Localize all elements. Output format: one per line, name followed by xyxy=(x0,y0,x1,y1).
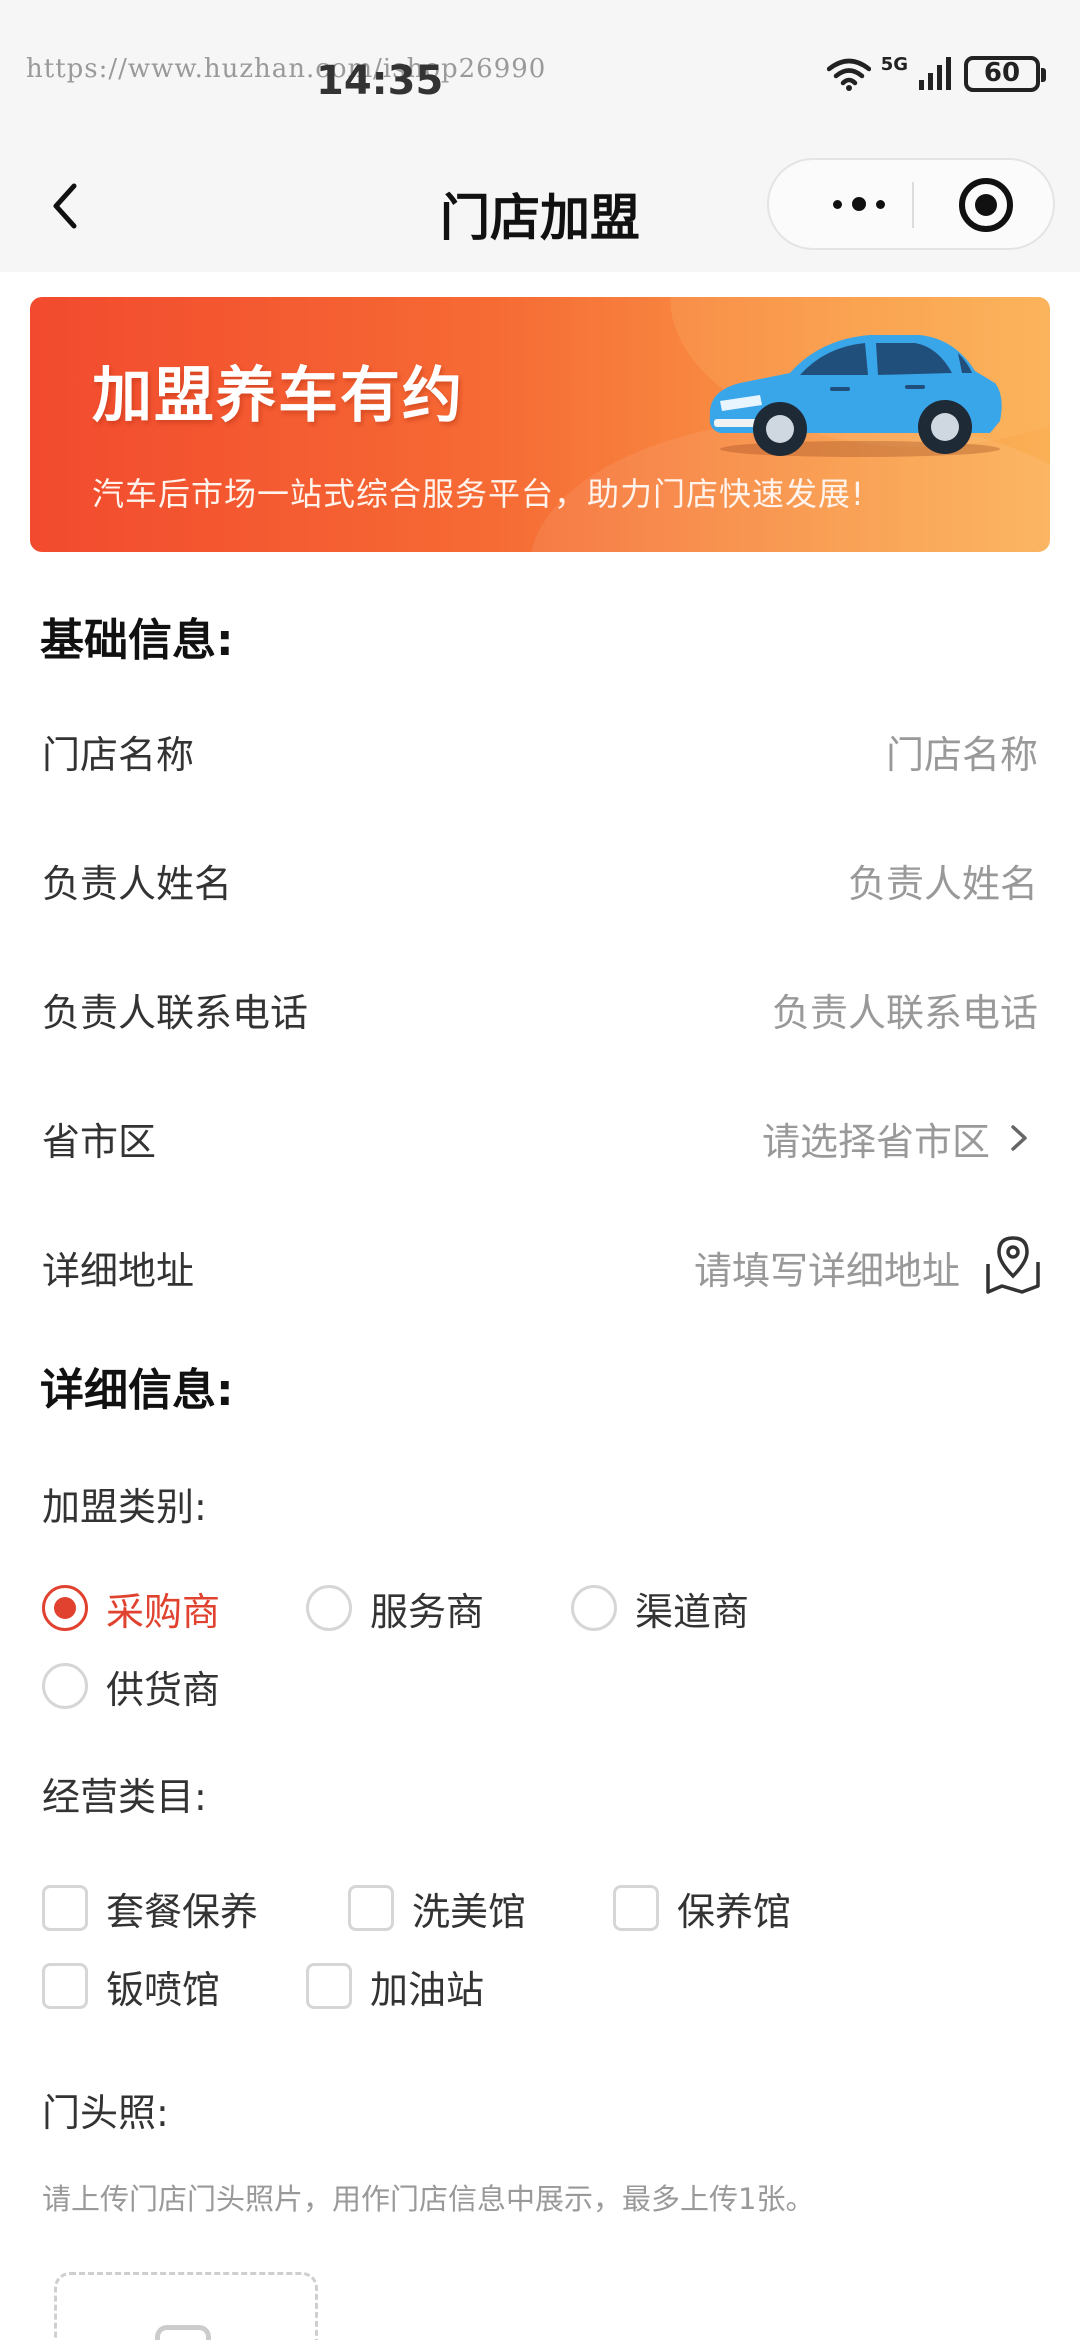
region-row[interactable]: 省市区 请选择省市区 xyxy=(0,1087,1080,1187)
address-row[interactable]: 详细地址 请填写详细地址 xyxy=(0,1216,1080,1316)
checkbox-icon[interactable] xyxy=(42,1885,88,1931)
address-input[interactable]: 请填写详细地址 xyxy=(694,1240,960,1295)
storefront-photo-hint: 请上传门店门头照片，用作门店信息中展示，最多上传1张。 xyxy=(42,2182,815,2216)
detail-info-title: 详细信息: xyxy=(40,1365,234,1416)
banner-subtitle: 汽车后市场一站式综合服务平台，助力门店快速发展! xyxy=(92,475,865,513)
banner-title: 加盟养车有约 xyxy=(92,361,464,431)
category-label: 加盟类别: xyxy=(42,1485,207,1529)
business-option-label: 加油站 xyxy=(370,1967,485,2012)
business-option-label: 钣喷馆 xyxy=(106,1967,221,2012)
manager-phone-row[interactable]: 负责人联系电话 负责人联系电话 xyxy=(0,958,1080,1058)
category-option-channel[interactable]: 渠道商 xyxy=(571,1580,749,1636)
target-icon[interactable] xyxy=(959,178,1013,232)
manager-phone-label: 负责人联系电话 xyxy=(42,991,309,1035)
mini-program-capsule xyxy=(767,158,1055,250)
network-type: 5G xyxy=(880,53,908,75)
more-dots-icon[interactable] xyxy=(809,160,909,248)
status-icons: 5G 60 xyxy=(826,53,1046,92)
battery-icon: 60 xyxy=(964,56,1046,92)
radio-icon[interactable] xyxy=(42,1663,88,1709)
car-illustration-icon xyxy=(709,335,1002,457)
chevron-right-icon[interactable] xyxy=(1006,1123,1032,1153)
store-name-input[interactable]: 门店名称 xyxy=(886,724,1038,779)
status-time: 14:35 xyxy=(316,58,444,104)
watermark: https://www.huzhan.com/ishop26990 xyxy=(26,54,547,84)
photo-upload-button[interactable] xyxy=(54,2272,318,2340)
checkbox-icon[interactable] xyxy=(613,1885,659,1931)
nav-bar: 门店加盟 xyxy=(0,140,1080,272)
manager-name-input[interactable]: 负责人姓名 xyxy=(848,853,1038,908)
radio-checked-icon[interactable] xyxy=(42,1585,88,1631)
business-option-car-wash[interactable]: 洗美馆 xyxy=(348,1880,526,1936)
status-bar: https://www.huzhan.com/ishop26990 14:35 … xyxy=(0,0,1080,140)
category-option-label: 渠道商 xyxy=(635,1589,750,1634)
signal-icon xyxy=(919,57,951,90)
manager-name-row[interactable]: 负责人姓名 负责人姓名 xyxy=(0,829,1080,929)
store-name-label: 门店名称 xyxy=(42,733,195,777)
manager-phone-input[interactable]: 负责人联系电话 xyxy=(772,982,1038,1037)
business-option-label: 保养馆 xyxy=(677,1889,792,1934)
basic-info-title: 基础信息: xyxy=(40,615,234,666)
checkbox-icon[interactable] xyxy=(42,1963,88,2009)
storefront-photo-label: 门头照: xyxy=(42,2091,169,2135)
radio-icon[interactable] xyxy=(571,1585,617,1631)
capsule-divider xyxy=(912,182,914,228)
business-option-label: 套餐保养 xyxy=(106,1889,259,1934)
store-name-row[interactable]: 门店名称 门店名称 xyxy=(0,700,1080,800)
category-option-label: 服务商 xyxy=(370,1589,485,1634)
manager-name-label: 负责人姓名 xyxy=(42,862,233,906)
wifi-icon xyxy=(826,58,871,91)
region-label: 省市区 xyxy=(42,1120,157,1164)
map-icon[interactable] xyxy=(984,1234,1042,1296)
camera-icon xyxy=(155,2325,211,2340)
checkbox-icon[interactable] xyxy=(348,1885,394,1931)
category-option-service[interactable]: 服务商 xyxy=(306,1580,484,1636)
business-option-label: 洗美馆 xyxy=(412,1889,527,1934)
business-label: 经营类目: xyxy=(42,1775,207,1819)
checkbox-icon[interactable] xyxy=(306,1963,352,2009)
address-label: 详细地址 xyxy=(42,1249,195,1293)
business-option-maintenance-shop[interactable]: 保养馆 xyxy=(613,1880,791,1936)
category-option-label: 采购商 xyxy=(106,1589,221,1634)
category-option-label: 供货商 xyxy=(106,1667,221,1712)
region-picker[interactable]: 请选择省市区 xyxy=(762,1111,990,1166)
category-option-purchaser[interactable]: 采购商 xyxy=(42,1580,220,1636)
promo-banner: 加盟养车有约 汽车后市场一站式综合服务平台，助力门店快速发展! xyxy=(30,297,1050,552)
business-option-package-maintenance[interactable]: 套餐保养 xyxy=(42,1880,258,1936)
business-option-gas-station[interactable]: 加油站 xyxy=(306,1958,484,2014)
business-option-paint-shop[interactable]: 钣喷馆 xyxy=(42,1958,220,2014)
radio-icon[interactable] xyxy=(306,1585,352,1631)
category-option-supplier[interactable]: 供货商 xyxy=(42,1658,220,1714)
